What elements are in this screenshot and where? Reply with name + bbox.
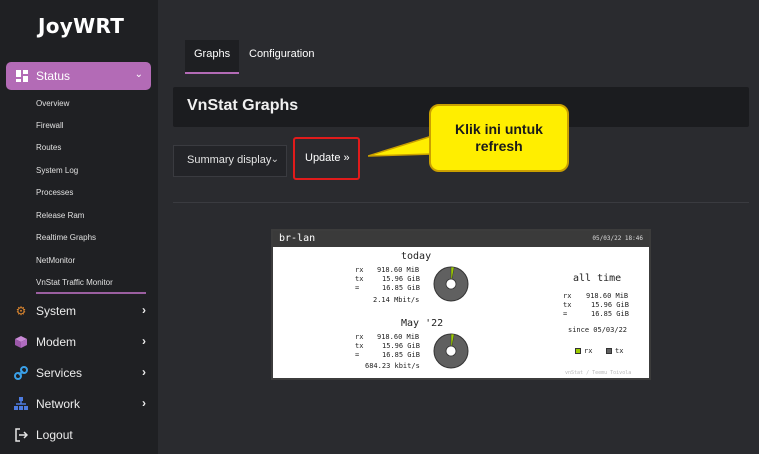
cube-icon xyxy=(15,336,27,348)
sidebar-item-logout[interactable]: Logout xyxy=(14,427,150,445)
sidebar-item-label: Network xyxy=(36,397,81,411)
sidebar-item-label: Modem xyxy=(36,335,77,349)
today-tx-label: tx xyxy=(355,275,364,283)
sidebar-item-system[interactable]: ⚙ System › xyxy=(14,303,150,321)
callout-pointer xyxy=(368,134,433,157)
today-rx-label: rx xyxy=(355,266,364,274)
alltime-rx: 918.60 MiB xyxy=(586,292,629,300)
today-total-label: = xyxy=(355,284,360,292)
active-subitem-underline xyxy=(36,292,146,294)
update-button-label: Update » xyxy=(305,152,350,164)
month-tx: 15.96 GiB xyxy=(382,342,420,350)
alltime-rx-label: rx xyxy=(563,292,572,300)
chevron-right-icon: › xyxy=(142,396,146,410)
legend-rx-swatch xyxy=(575,348,581,354)
dashboard-icon xyxy=(16,70,28,82)
month-rx-label: rx xyxy=(355,333,364,341)
month-tx-label: tx xyxy=(355,342,364,350)
sidebar-subitem-release-ram[interactable]: Release Ram xyxy=(36,211,84,220)
sidebar-subitem-netmonitor[interactable]: NetMonitor xyxy=(36,256,75,265)
gear-icon: ⚙ xyxy=(15,304,27,318)
sidebar-item-modem[interactable]: Modem › xyxy=(14,334,150,352)
tab-graphs[interactable]: Graphs xyxy=(194,48,230,60)
display-select[interactable]: Summary display ⌄ xyxy=(173,145,287,177)
alltime-since: since 05/03/22 xyxy=(568,326,628,334)
alltime-title: all time xyxy=(573,273,622,284)
annotation-callout: Klik ini untuk refresh xyxy=(429,104,569,172)
tab-configuration[interactable]: Configuration xyxy=(249,48,314,60)
callout-line-2: refresh xyxy=(475,138,523,154)
month-total: 16.85 GiB xyxy=(382,351,420,359)
chevron-down-icon: ⌄ xyxy=(270,154,279,165)
sidebar-item-label: System xyxy=(36,304,77,318)
sidebar-subitem-realtime-graphs[interactable]: Realtime Graphs xyxy=(36,233,96,242)
display-select-value: Summary display xyxy=(187,154,272,166)
sidebar-subitem-firewall[interactable]: Firewall xyxy=(36,121,64,130)
alltime-tx-label: tx xyxy=(563,301,572,309)
today-tx: 15.96 GiB xyxy=(382,275,420,283)
callout-line-1: Klik ini untuk xyxy=(455,121,543,137)
network-icon xyxy=(14,397,28,410)
update-button[interactable]: Update » xyxy=(293,137,360,180)
month-pie-chart xyxy=(433,333,469,369)
sidebar-subitem-overview[interactable]: Overview xyxy=(36,99,69,108)
vnstat-summary-image: br-lan 05/03/22 18:46 today rx tx = 918.… xyxy=(271,229,651,380)
page-title: VnStat Graphs xyxy=(187,97,299,114)
today-rate: 2.14 Mbit/s xyxy=(373,296,420,304)
sidebar-subitem-system-log[interactable]: System Log xyxy=(36,166,78,175)
chevron-right-icon: › xyxy=(142,334,146,348)
link-icon xyxy=(14,366,28,380)
vnstat-header: br-lan 05/03/22 18:46 xyxy=(273,231,649,247)
vnstat-datetime: 05/03/22 18:46 xyxy=(592,235,643,242)
divider xyxy=(173,202,749,203)
sidebar-item-label: Logout xyxy=(36,428,73,442)
sidebar-item-services[interactable]: Services › xyxy=(14,365,150,383)
today-total: 16.85 GiB xyxy=(382,284,420,292)
sidebar-item-label: Status xyxy=(36,69,71,83)
sidebar-item-status[interactable]: Status ⌄ xyxy=(6,62,151,90)
sidebar-subitem-processes[interactable]: Processes xyxy=(36,188,73,197)
interface-name: br-lan xyxy=(279,233,316,244)
alltime-total-label: = xyxy=(563,310,568,318)
sidebar-item-network[interactable]: Network › xyxy=(14,396,150,414)
alltime-tx: 15.96 GiB xyxy=(591,301,629,309)
today-pie-chart xyxy=(433,266,469,302)
sidebar-item-label: Services xyxy=(36,366,83,380)
month-rate: 684.23 kbit/s xyxy=(365,362,420,370)
sidebar: JoyWRT Status ⌄ Overview Firewall Routes… xyxy=(0,0,158,454)
chevron-right-icon: › xyxy=(142,303,146,317)
tab-active-indicator xyxy=(185,72,239,74)
today-rx: 918.60 MiB xyxy=(377,266,420,274)
legend-rx-label: rx xyxy=(584,347,593,355)
chevron-down-icon: ⌄ xyxy=(134,69,143,80)
month-rx: 918.60 MiB xyxy=(377,333,420,341)
sidebar-subitem-routes[interactable]: Routes xyxy=(36,143,61,152)
chevron-right-icon: › xyxy=(142,365,146,379)
today-title: today xyxy=(401,251,432,262)
month-total-label: = xyxy=(355,351,360,359)
legend-tx-swatch xyxy=(606,348,612,354)
app-logo: JoyWRT xyxy=(38,14,125,38)
sidebar-subitem-vnstat[interactable]: VnStat Traffic Monitor xyxy=(36,278,113,287)
logout-icon xyxy=(15,428,28,442)
month-title: May '22 xyxy=(401,318,444,329)
alltime-total: 16.85 GiB xyxy=(591,310,629,318)
vnstat-credit: vnStat / Teemu Toivola xyxy=(565,370,632,376)
legend-tx-label: tx xyxy=(615,347,624,355)
